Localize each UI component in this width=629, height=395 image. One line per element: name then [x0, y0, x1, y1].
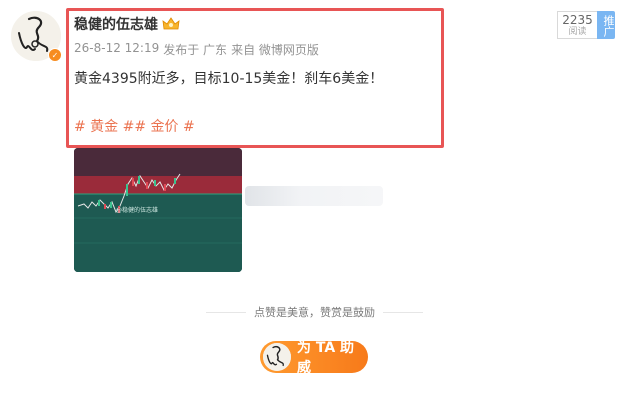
reward-slogan-row: 点赞是美意，赞赏是鼓励: [0, 304, 629, 320]
read-label: 阅读: [568, 27, 587, 37]
crown-icon: [162, 17, 180, 30]
verified-badge-icon: ✓: [48, 48, 62, 62]
avatar-calligraphy-icon: [263, 343, 291, 371]
post-image[interactable]: @稳健的伍志雄: [74, 148, 242, 272]
reward-avatar: [263, 343, 291, 371]
read-count-box: 2235 阅读: [557, 11, 597, 39]
divider-right: [383, 311, 423, 313]
divider-left: [206, 311, 246, 313]
read-count: 2235: [562, 13, 593, 27]
post-location: 发布于 广东: [163, 43, 228, 57]
username-text[interactable]: 稳健的伍志雄: [74, 14, 158, 34]
post-date[interactable]: 26-8-12 12:19: [74, 41, 159, 58]
post-tags[interactable]: # 黄金 ## 金价 #: [74, 116, 195, 136]
reward-slogan: 点赞是美意，赞赏是鼓励: [254, 306, 375, 319]
image-watermark: @稳健的伍志雄: [116, 206, 158, 214]
reward-button[interactable]: 为 TA 助威: [260, 340, 368, 376]
candlestick-chart-image: @稳健的伍志雄: [74, 148, 242, 272]
post-source: 来自 微博网页版: [231, 43, 319, 57]
post-text: 黄金4395附近多，目标10-15美金！刹车6美金！: [74, 71, 384, 87]
post-username[interactable]: 稳健的伍志雄: [74, 14, 180, 34]
reward-button-label: 为 TA 助威: [296, 340, 355, 376]
post-meta: 26-8-12 12:19 发布于 广东 来自 微博网页版: [74, 41, 319, 58]
promote-button[interactable]: 推广: [597, 11, 615, 39]
blurred-content: [245, 186, 383, 206]
